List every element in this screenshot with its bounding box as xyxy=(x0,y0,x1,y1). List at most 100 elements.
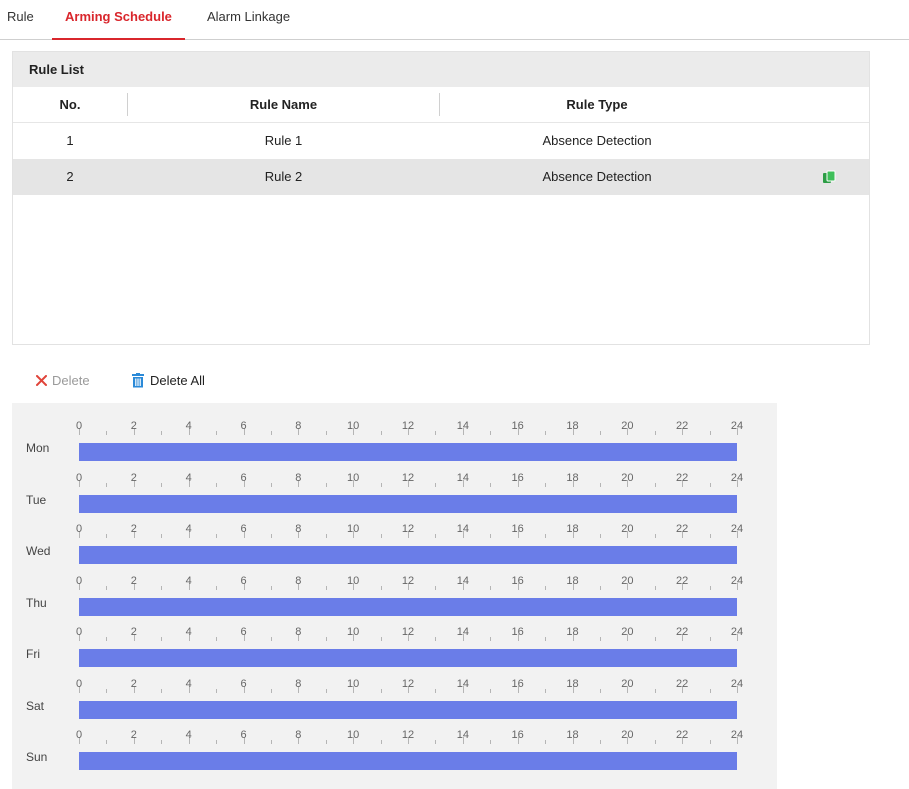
hour-tick xyxy=(161,740,163,744)
hour-scale: 0 2 4 6 8 10 12 14 16 18 20 22 24 xyxy=(76,471,743,487)
day-label: Sun xyxy=(26,750,48,764)
hour-tick xyxy=(709,585,711,590)
hour-tick xyxy=(106,637,108,641)
hour-label: 10 xyxy=(347,626,360,638)
hour-tick xyxy=(654,688,656,693)
hour-tick xyxy=(380,431,382,435)
hour-scale: 0 2 4 6 8 10 12 14 16 18 20 22 24 xyxy=(76,523,743,538)
schedule-row-sun: Sun 0 2 4 6 8 10 12 14 16 18 20 22 24 xyxy=(12,712,777,770)
hour-tick xyxy=(545,637,547,641)
hour-tick xyxy=(709,431,711,435)
hour-label: 2 xyxy=(130,677,137,690)
hour-tick xyxy=(325,534,327,538)
hour-tick xyxy=(435,431,437,435)
hour-label: 12 xyxy=(401,729,415,741)
day-label: Thu xyxy=(26,595,47,610)
hour-tick xyxy=(709,688,711,693)
hour-label: 16 xyxy=(511,420,524,432)
rule-no: 1 xyxy=(66,133,74,148)
hour-label: 10 xyxy=(347,523,360,535)
hour-tick xyxy=(325,585,327,590)
day-label: Fri xyxy=(26,647,40,661)
hour-tick xyxy=(270,637,272,641)
delete-all-button[interactable]: Delete All xyxy=(131,369,205,393)
hour-tick xyxy=(216,688,218,693)
hour-tick xyxy=(380,740,382,744)
hour-label: 16 xyxy=(511,677,524,690)
hour-label: 18 xyxy=(566,677,579,690)
schedule-row-tue: Tue 0 2 4 6 8 10 12 14 16 18 20 22 24 xyxy=(12,455,777,513)
hour-tick xyxy=(161,585,163,590)
hour-tick xyxy=(325,740,327,744)
hour-tick xyxy=(599,688,601,693)
hour-label: 18 xyxy=(566,420,579,432)
hour-label: 8 xyxy=(295,677,302,690)
hour-tick xyxy=(270,585,272,590)
hour-tick xyxy=(654,431,656,435)
hour-label: 4 xyxy=(185,574,192,587)
hour-label: 8 xyxy=(295,574,302,587)
hour-label: 6 xyxy=(240,574,247,587)
hour-tick xyxy=(435,740,437,744)
rule-type: Absence Detection xyxy=(542,133,652,148)
table-row[interactable]: 1 Rule 1 Absence Detection xyxy=(13,123,869,159)
rule-name: Rule 2 xyxy=(264,169,303,184)
hour-tick xyxy=(599,585,601,590)
schedule-row-wed: Wed 0 2 4 6 8 10 12 14 16 18 20 22 24 xyxy=(12,506,777,564)
hour-tick xyxy=(709,740,711,744)
delete-button[interactable]: Delete xyxy=(36,369,90,393)
day-label: Mon xyxy=(26,441,50,455)
tab-arming-schedule[interactable]: Arming Schedule xyxy=(52,0,185,40)
hour-tick xyxy=(161,431,163,435)
hour-label: 6 xyxy=(240,626,247,638)
hour-label: 2 xyxy=(130,420,137,432)
hour-label: 24 xyxy=(730,677,744,690)
close-icon xyxy=(36,375,47,387)
hour-tick xyxy=(270,431,272,435)
rule-list-panel: Rule List No. Rule Name Rule Type 1 Rule… xyxy=(12,51,870,345)
hour-tick xyxy=(545,585,547,590)
hour-tick xyxy=(325,688,327,693)
hour-tick xyxy=(490,482,492,487)
hour-label: 6 xyxy=(240,677,247,690)
copy-icon[interactable] xyxy=(822,170,836,184)
hour-tick xyxy=(545,482,547,487)
tab-alarm-linkage[interactable]: Alarm Linkage xyxy=(207,0,290,38)
hour-label: 8 xyxy=(295,626,302,638)
hour-tick xyxy=(216,740,218,744)
schedule-bar[interactable] xyxy=(79,752,737,770)
hour-label: 10 xyxy=(347,729,360,741)
hour-label: 20 xyxy=(621,729,634,741)
rule-name: Rule 1 xyxy=(264,133,303,148)
hour-label: 14 xyxy=(456,574,469,587)
hour-label: 8 xyxy=(295,471,302,484)
hour-tick xyxy=(435,482,437,487)
hour-tick xyxy=(161,482,163,487)
hour-tick xyxy=(325,482,327,487)
hour-label: 4 xyxy=(185,523,192,535)
hour-label: 6 xyxy=(240,523,247,535)
hour-label: 2 xyxy=(130,574,137,587)
hour-tick xyxy=(545,431,547,435)
tab-rule[interactable]: Rule xyxy=(7,0,34,38)
day-label: Sat xyxy=(26,698,45,713)
hour-label: 20 xyxy=(621,420,634,432)
hour-label: 8 xyxy=(295,729,302,741)
hour-label: 22 xyxy=(676,626,689,638)
hour-tick xyxy=(216,534,218,538)
hour-label: 18 xyxy=(566,626,579,638)
hour-scale: 0 2 4 6 8 10 12 14 16 18 20 22 24 xyxy=(76,574,743,590)
table-row[interactable]: 2 Rule 2 Absence Detection xyxy=(13,159,869,195)
hour-tick xyxy=(599,482,601,487)
hour-tick xyxy=(380,534,382,538)
hour-label: 16 xyxy=(511,729,524,741)
column-header-rule-name: Rule Name xyxy=(249,97,318,112)
hour-label: 6 xyxy=(240,420,247,432)
hour-tick xyxy=(490,688,492,693)
hour-tick xyxy=(216,585,218,590)
hour-label: 24 xyxy=(730,420,744,432)
hour-tick xyxy=(161,688,163,693)
hour-tick xyxy=(270,534,272,538)
schedule-row-mon: Mon 0 2 4 6 8 10 12 14 16 18 20 22 24 xyxy=(12,403,777,461)
hour-label: 18 xyxy=(566,471,579,484)
